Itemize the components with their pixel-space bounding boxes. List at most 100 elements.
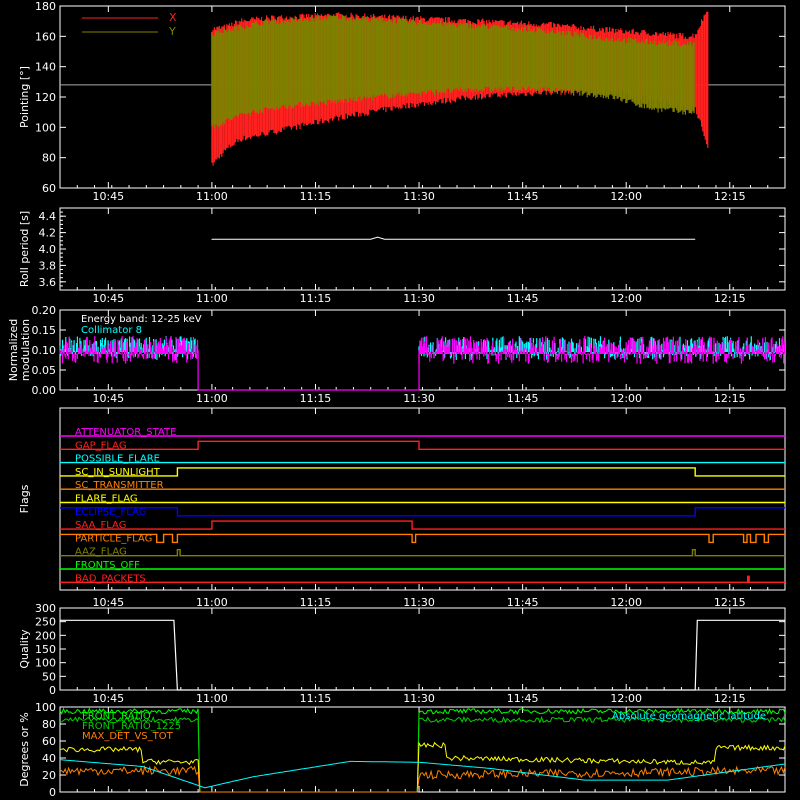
flag-label-bad-packets: BAD_PACKETS <box>75 573 146 584</box>
x-tick-label: 11:15 <box>300 692 332 705</box>
series-max-det-vs-tot <box>60 741 786 793</box>
x-tick-label: 10:45 <box>92 392 124 405</box>
y-tick-label: 0.05 <box>32 364 57 377</box>
x-tick-label: 10:45 <box>92 292 124 305</box>
x-tick-label: 12:15 <box>714 692 746 705</box>
flag-line-sc-in-sunlight <box>60 467 785 477</box>
y-tick-label: 60 <box>42 735 56 748</box>
y-axis-label: Roll period [s] <box>18 211 31 287</box>
flag-label-flare-flag: FLARE_FLAG <box>75 494 138 505</box>
x-tick-label: 12:15 <box>714 392 746 405</box>
flag-label-gap-flag: GAP_FLAG <box>75 440 127 451</box>
x-tick-label: 10:45 <box>92 596 124 609</box>
x-tick-label: 11:00 <box>196 596 228 609</box>
x-tick-label: 11:30 <box>403 692 435 705</box>
flag-line-saa-flag <box>60 520 785 530</box>
y-tick-label: 250 <box>35 616 56 629</box>
y-tick-label: 120 <box>35 91 56 104</box>
y-tick-label: 80 <box>42 718 56 731</box>
x-tick-label: 12:00 <box>610 190 642 203</box>
y-tick-label: 0 <box>49 684 56 697</box>
y-axis-label: modulation <box>19 319 32 381</box>
plot-frame-1 <box>59 207 786 291</box>
x-tick-label: 11:30 <box>403 392 435 405</box>
y-tick-label: 160 <box>35 30 56 43</box>
x-tick-label: 11:00 <box>196 190 228 203</box>
y-tick-label: 200 <box>35 629 56 642</box>
x-tick-label: 11:45 <box>507 596 539 609</box>
flag-label-eclipse-flag: ECLIPSE_FLAG <box>75 507 146 518</box>
x-tick-label: 11:15 <box>300 596 332 609</box>
y-tick-label: 4.0 <box>39 243 57 256</box>
x-tick-label: 12:15 <box>714 596 746 609</box>
x-tick-label: 12:00 <box>610 692 642 705</box>
y-tick-label: 4.4 <box>39 210 57 223</box>
x-tick-label: 11:45 <box>507 392 539 405</box>
x-tick-label: 11:45 <box>507 292 539 305</box>
x-tick-label: 12:15 <box>714 292 746 305</box>
y-tick-label: 20 <box>42 769 56 782</box>
y-tick-label: 0.20 <box>32 304 57 317</box>
y-tick-label: 100 <box>35 121 56 134</box>
flag-label-aaz-flag: AAZ_FLAG <box>75 547 127 558</box>
x-tick-label: 12:00 <box>610 596 642 609</box>
flag-label-attenuator-state: ATTENUATOR_STATE <box>75 427 176 438</box>
flag-line-eclipse-flag <box>60 507 785 517</box>
y-tick-label: 50 <box>42 670 56 683</box>
series-mod-gap <box>197 350 420 391</box>
chart-canvas: 10:45 11:00 11:15 11:30 11:45 12:00 12:15 60 80 1… <box>7 0 786 799</box>
y-tick-label: 4.2 <box>39 227 57 240</box>
y-tick-label: 3.8 <box>39 259 57 272</box>
flag-label-particle-flag: PARTICLE_FLAG <box>75 533 152 544</box>
y-tick-label: 80 <box>42 152 56 165</box>
y-tick-label: 180 <box>35 0 56 13</box>
y-axis-label: Quality <box>18 629 31 669</box>
legend-label-x: X <box>169 11 177 24</box>
y-tick-label: 100 <box>35 657 56 670</box>
x-tick-label: 11:45 <box>507 190 539 203</box>
y-tick-label: 0.15 <box>32 324 57 337</box>
x-tick-label: 11:15 <box>300 292 332 305</box>
x-tick-label: 11:30 <box>403 292 435 305</box>
flag-label-saa-flag: SAA_FLAG <box>75 520 126 531</box>
flag-line-particle-flag <box>60 533 785 544</box>
legend-geomagnetic-latitude: Absolute geomagnetic latitude <box>612 711 766 722</box>
x-tick-label: 11:15 <box>300 392 332 405</box>
x-tick-label: 11:00 <box>196 692 228 705</box>
flag-label-fronts-off: FRONTS_OFF <box>75 560 140 571</box>
y-tick-label: 60 <box>42 182 56 195</box>
flag-line-aaz-flag <box>60 549 785 557</box>
y-tick-label: 40 <box>42 752 56 765</box>
y-tick-label: 150 <box>35 643 56 656</box>
chart-figure: 10:45 11:00 11:15 11:30 11:45 12:00 12:15 60 80 1… <box>0 0 800 800</box>
y-tick-label: 3.6 <box>39 276 57 289</box>
y-tick-label: 0 <box>49 786 56 799</box>
x-tick-label: 11:00 <box>196 392 228 405</box>
x-tick-label: 11:45 <box>507 692 539 705</box>
y-tick-label: 140 <box>35 61 56 74</box>
flag-line-gap-flag <box>60 440 785 450</box>
legend-max-det: MAX_DET_VS_TOT <box>82 731 174 742</box>
flag-line-bad-packets <box>60 575 785 583</box>
y-axis-label: Degrees or % <box>18 712 31 786</box>
x-tick-label: 11:30 <box>403 190 435 203</box>
x-tick-label: 11:30 <box>403 596 435 609</box>
y-axis-label: Pointing [°] <box>18 66 31 128</box>
x-tick-label: 11:00 <box>196 292 228 305</box>
y-tick-label: 0.00 <box>32 384 57 397</box>
x-tick-label: 11:15 <box>300 190 332 203</box>
x-tick-label: 12:00 <box>610 292 642 305</box>
x-tick-label: 10:45 <box>92 190 124 203</box>
flag-label-possible-flare: POSSIBLE_FLARE <box>75 454 160 465</box>
y-tick-label: 0.10 <box>32 344 57 357</box>
legend-label-y: Y <box>168 25 176 38</box>
annotation-energy: Energy band: 12-25 keV <box>81 314 202 325</box>
series-roll <box>211 236 696 240</box>
series-quality <box>60 619 785 691</box>
flag-label-sc-transmitter: SC_TRANSMITTER <box>75 480 164 491</box>
x-tick-label: 12:00 <box>610 392 642 405</box>
y-tick-label: 100 <box>35 701 56 714</box>
y-axis-label: Flags <box>18 484 31 513</box>
flag-label-sc-in-sunlight: SC_IN_SUNLIGHT <box>75 467 161 478</box>
y-tick-label: 300 <box>35 602 56 615</box>
